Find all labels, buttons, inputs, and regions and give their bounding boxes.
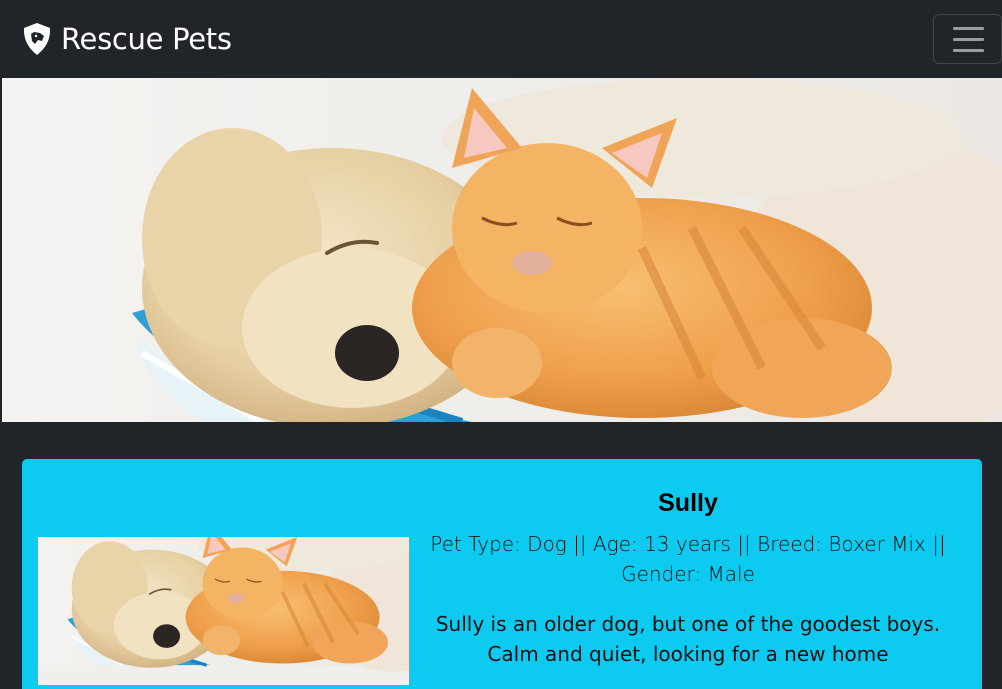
hamburger-menu-icon-bar xyxy=(953,38,984,41)
navbar-toggle-button[interactable] xyxy=(933,14,1002,64)
pet-thumbnail xyxy=(38,537,409,685)
pet-description: Sully is an older dog, but one of the go… xyxy=(435,612,941,666)
puppy-and-kitten-photo xyxy=(2,78,1002,422)
hamburger-menu-icon-bar xyxy=(953,49,984,52)
navbar: Rescue Pets xyxy=(2,0,1002,78)
pet-card: Sully Pet Type: Dog || Age: 13 years || … xyxy=(22,459,982,689)
brand-title: Rescue Pets xyxy=(61,22,232,56)
brand-link[interactable]: Rescue Pets xyxy=(22,21,232,57)
hamburger-menu-icon xyxy=(953,27,984,30)
pet-name: Sully xyxy=(658,489,718,517)
pet-details: Pet Type: Dog || Age: 13 years || Breed:… xyxy=(430,532,946,586)
shield-dog-icon xyxy=(23,23,51,55)
puppy-and-kitten-photo xyxy=(38,537,409,674)
hero-image xyxy=(2,78,1002,422)
